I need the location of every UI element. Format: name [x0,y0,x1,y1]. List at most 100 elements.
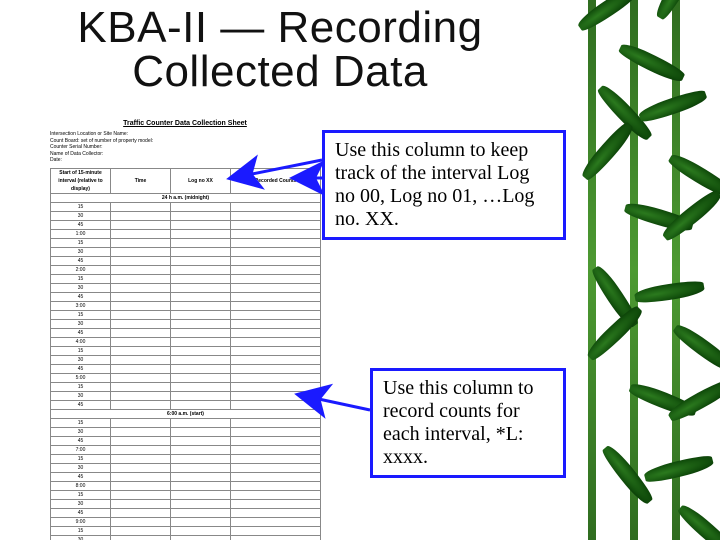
table-row: 24 h a.m. (midnight) [51,193,321,202]
section-label: 6:00 a.m. (start) [51,409,321,418]
cell-start: 45 [51,292,111,301]
data-table: Start of 15-minute interval (relative to… [50,168,321,540]
cell-start: 45 [51,400,111,409]
table-row: 7:00 [51,445,321,454]
cell-start: 30 [51,499,111,508]
cell-log [171,256,231,265]
cell-log [171,292,231,301]
cell-rec [231,229,321,238]
table-row: 15 [51,418,321,427]
cell-rec [231,427,321,436]
cell-time [111,346,171,355]
cell-log [171,337,231,346]
cell-rec [231,238,321,247]
cell-time [111,382,171,391]
cell-time [111,490,171,499]
table-row: 15 [51,310,321,319]
table-row: 6:00 a.m. (start) [51,409,321,418]
cell-time [111,454,171,463]
cell-time [111,391,171,400]
cell-rec [231,418,321,427]
cell-rec [231,499,321,508]
cell-rec [231,292,321,301]
cell-time [111,508,171,517]
cell-start: 3:00 [51,301,111,310]
cell-time [111,364,171,373]
cell-log [171,220,231,229]
callout-recorded-counts-column: Use this column to record counts for eac… [370,368,566,478]
cell-rec [231,436,321,445]
cell-rec [231,211,321,220]
cell-start: 15 [51,202,111,211]
table-row: 30 [51,463,321,472]
cell-time [111,427,171,436]
cell-rec [231,274,321,283]
table-row: 45 [51,400,321,409]
cell-rec [231,328,321,337]
cell-time [111,319,171,328]
cell-log [171,373,231,382]
cell-time [111,274,171,283]
cell-rec [231,220,321,229]
table-row: 30 [51,247,321,256]
cell-start: 30 [51,355,111,364]
cell-time [111,220,171,229]
table-row: 45 [51,220,321,229]
cell-start: 30 [51,283,111,292]
cell-time [111,517,171,526]
cell-rec [231,391,321,400]
cell-rec [231,454,321,463]
table-row: 45 [51,436,321,445]
cell-log [171,355,231,364]
cell-start: 15 [51,382,111,391]
cell-start: 15 [51,454,111,463]
table-row: 1:00 [51,229,321,238]
cell-rec [231,508,321,517]
table-row: 30 [51,535,321,540]
cell-log [171,319,231,328]
table-row: 15 [51,526,321,535]
table-row: 15 [51,274,321,283]
cell-start: 15 [51,526,111,535]
cell-log [171,346,231,355]
cell-start: 15 [51,490,111,499]
cell-time [111,337,171,346]
cell-log [171,229,231,238]
cell-start: 45 [51,472,111,481]
cell-rec [231,535,321,540]
sheet-heading: Traffic Counter Data Collection Sheet [50,120,320,127]
cell-time [111,526,171,535]
callout-log-column: Use this column to keep track of the int… [322,130,566,240]
table-row: 15 [51,238,321,247]
table-row: 2:00 [51,265,321,274]
table-row: 4:00 [51,337,321,346]
cell-start: 15 [51,346,111,355]
cell-start: 30 [51,319,111,328]
table-row: 30 [51,391,321,400]
cell-time [111,202,171,211]
cell-rec [231,355,321,364]
cell-start: 30 [51,391,111,400]
cell-log [171,499,231,508]
cell-start: 30 [51,247,111,256]
cell-log [171,391,231,400]
table-row: 9:00 [51,517,321,526]
cell-time [111,229,171,238]
cell-log [171,301,231,310]
slide-title: KBA-II — Recording Collected Data [0,6,560,94]
cell-start: 15 [51,310,111,319]
cell-log [171,454,231,463]
slide: KBA-II — Recording Collected Data Traffi… [0,0,720,540]
cell-rec [231,481,321,490]
cell-rec [231,301,321,310]
cell-rec [231,283,321,292]
cell-time [111,418,171,427]
cell-start: 4:00 [51,337,111,346]
cell-start: 15 [51,238,111,247]
table-row: 45 [51,292,321,301]
sheet-meta: Intersection Location or Site Name: Coun… [50,131,320,164]
cell-log [171,364,231,373]
cell-log [171,490,231,499]
cell-time [111,310,171,319]
cell-start: 1:00 [51,229,111,238]
